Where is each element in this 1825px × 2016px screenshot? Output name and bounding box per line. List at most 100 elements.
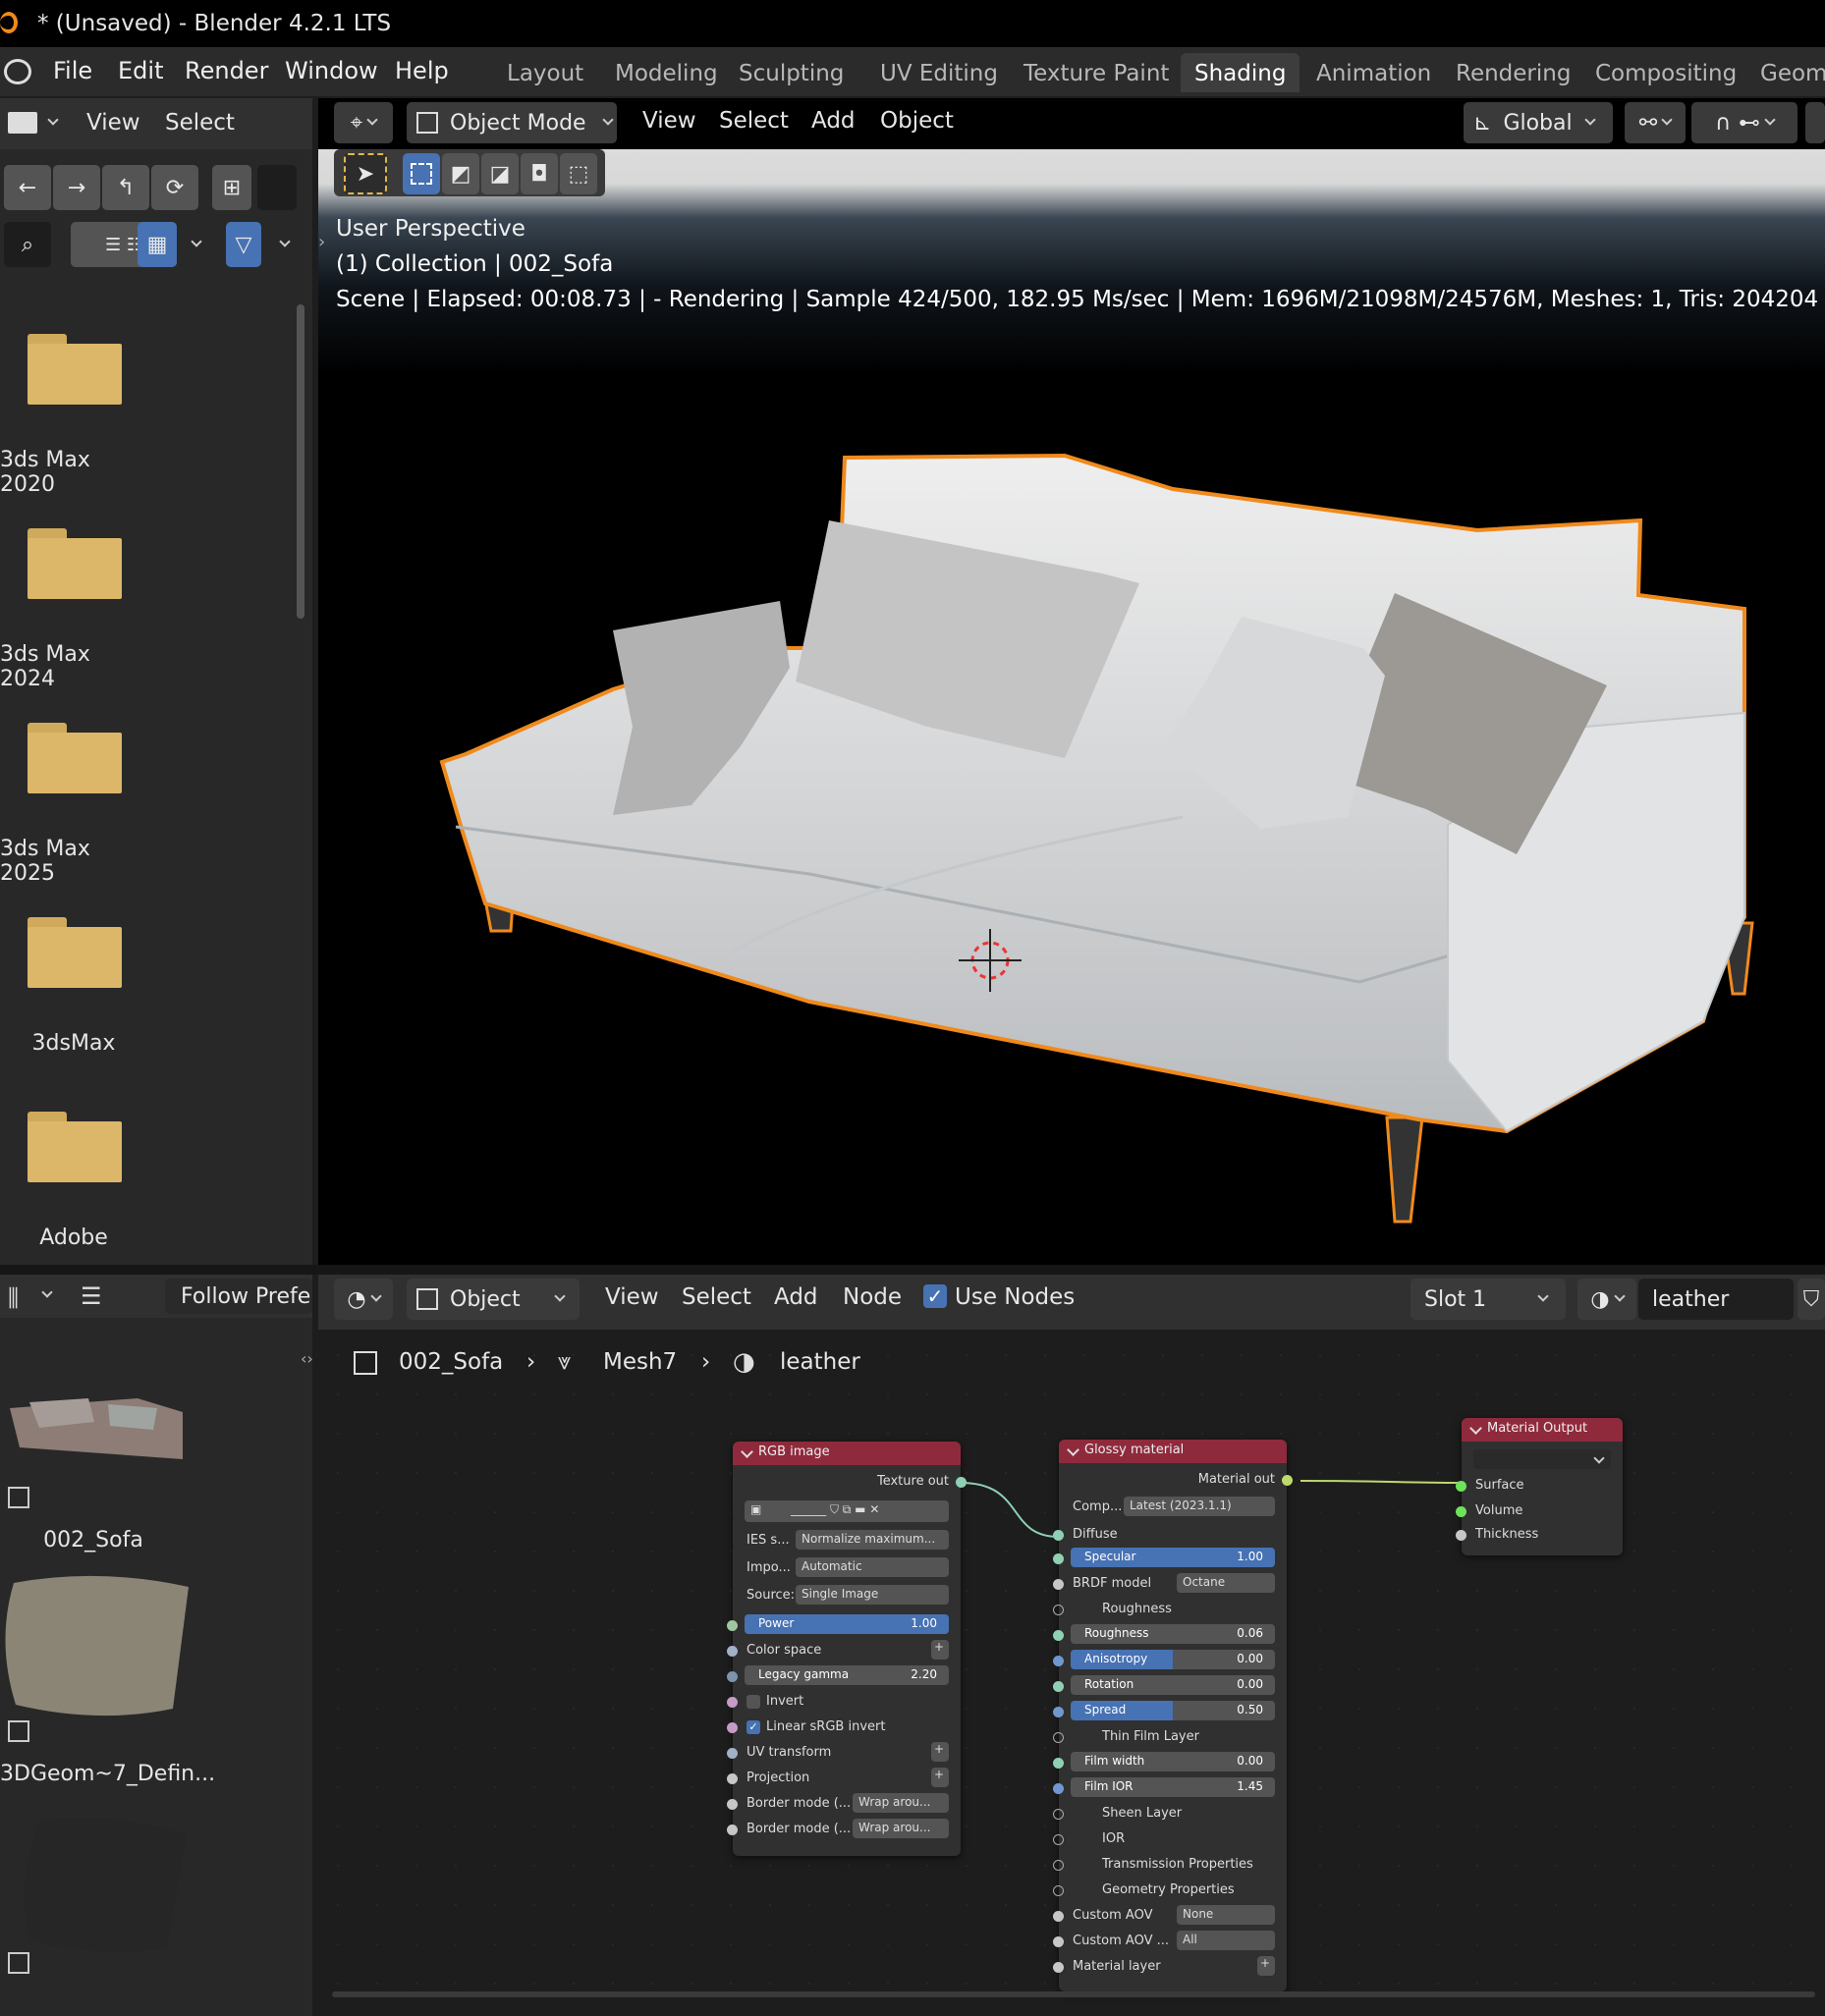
rgb-image-node[interactable]: RGB image Texture out ▣ ______ ⛉ ⧉ ▬ ✕ I… xyxy=(727,1442,967,1856)
import-dropdown[interactable]: Automatic xyxy=(796,1557,949,1577)
image-browse-field[interactable]: ▣ ______ ⛉ ⧉ ▬ ✕ xyxy=(745,1500,949,1522)
thickness-socket[interactable] xyxy=(1456,1530,1466,1541)
projection-socket[interactable] xyxy=(727,1773,738,1784)
folder-label[interactable]: Adobe xyxy=(0,1226,147,1250)
menu-edit[interactable]: Edit xyxy=(118,57,163,84)
roughness-slider[interactable]: Roughness 0.06 xyxy=(1071,1624,1275,1644)
folder-icon[interactable] xyxy=(28,528,122,599)
use-nodes-label[interactable]: Use Nodes xyxy=(955,1284,1075,1310)
power-socket[interactable] xyxy=(727,1620,738,1631)
material-layer-socket[interactable] xyxy=(1053,1962,1064,1973)
folder-label[interactable]: 3ds Max 2020 xyxy=(0,448,147,497)
material-name-field[interactable]: leather xyxy=(1638,1279,1794,1320)
gamma-slider[interactable]: Legacy gamma 2.20 xyxy=(745,1665,949,1685)
asset-label[interactable]: 002_Sofa xyxy=(20,1528,167,1553)
folder-label[interactable]: 3dsMax xyxy=(0,1031,147,1056)
fake-user-button[interactable]: ⛉ xyxy=(1797,1279,1825,1320)
node-node-menu[interactable]: Node xyxy=(843,1284,902,1310)
surface-socket[interactable] xyxy=(1456,1481,1466,1492)
filter-button[interactable]: ▽ xyxy=(226,222,261,267)
film-width-slider[interactable]: Film width 0.00 xyxy=(1071,1752,1275,1771)
ior-group-socket[interactable] xyxy=(1053,1834,1064,1845)
refresh-button[interactable]: ⟳ xyxy=(151,165,198,210)
ior-group-label[interactable]: IOR xyxy=(1102,1831,1125,1846)
linear-socket[interactable] xyxy=(727,1722,738,1733)
select-intersect-button[interactable]: ⬚ xyxy=(560,153,597,194)
ior-group-row[interactable]: IOR xyxy=(1053,1828,1287,1850)
ies-dropdown[interactable]: Normalize maximum... xyxy=(796,1530,949,1550)
specular-socket[interactable] xyxy=(1053,1553,1064,1564)
border-mode-dropdown[interactable]: Wrap arou... xyxy=(853,1819,949,1838)
rotation-slider[interactable]: Rotation 0.00 xyxy=(1071,1675,1275,1695)
tab-uv-editing[interactable]: UV Editing xyxy=(866,53,1012,92)
tab-rendering[interactable]: Rendering xyxy=(1442,53,1584,92)
snap-toggle[interactable]: ∩ ⊷ xyxy=(1691,102,1797,143)
transmission-group-row[interactable]: Transmission Properties xyxy=(1053,1854,1287,1876)
blender-menu-icon[interactable] xyxy=(4,59,31,84)
node-editor-hscrollbar[interactable] xyxy=(332,1991,1815,1997)
select-subtract-button[interactable]: ◪ xyxy=(481,153,519,194)
projection-add-button[interactable]: + xyxy=(931,1768,949,1787)
anisotropy-slider[interactable]: Anisotropy 0.00 xyxy=(1071,1650,1275,1669)
menu-window[interactable]: Window xyxy=(285,57,378,84)
select-new-button[interactable] xyxy=(403,153,440,194)
folder-label[interactable]: 3ds Max 2025 xyxy=(0,837,147,886)
node-editor-canvas[interactable]: 002_Sofa › ⩔ Mesh7 › ◑ leather RGB image… xyxy=(318,1335,1825,2016)
folder-icon[interactable] xyxy=(28,723,122,793)
forward-button[interactable]: → xyxy=(53,165,100,210)
select-extend-button[interactable]: ◩ xyxy=(442,153,479,194)
search-button[interactable]: ⌕ xyxy=(4,222,51,267)
area-divider[interactable] xyxy=(0,1265,1825,1275)
asset-label[interactable]: 3DGeom~7_Defin... xyxy=(0,1762,215,1786)
tab-shading[interactable]: Shading xyxy=(1181,53,1300,92)
sheen-group-socket[interactable] xyxy=(1053,1809,1064,1820)
material-layer-add-button[interactable]: + xyxy=(1257,1956,1275,1976)
object-mode-dropdown[interactable]: Object Mode xyxy=(407,102,617,143)
material-browse-button[interactable]: ◑ xyxy=(1577,1279,1636,1320)
display-mode-chevron-icon[interactable] xyxy=(187,234,202,252)
tab-geometry-nodes[interactable]: Geome xyxy=(1746,53,1825,92)
invert-socket[interactable] xyxy=(727,1697,738,1708)
rotation-socket[interactable] xyxy=(1053,1681,1064,1692)
material-out-socket[interactable] xyxy=(1282,1475,1293,1486)
thumbnail-view-button[interactable]: ▦ xyxy=(138,222,177,267)
custom-aov-socket[interactable] xyxy=(1053,1911,1064,1922)
transmission-group-label[interactable]: Transmission Properties xyxy=(1102,1857,1253,1872)
asset-thumbnail[interactable] xyxy=(0,1369,196,1477)
custom-aov-dropdown[interactable]: None xyxy=(1177,1905,1275,1925)
power-slider[interactable]: Power 1.00 xyxy=(745,1614,949,1634)
viewport-add-menu[interactable]: Add xyxy=(811,108,856,134)
material-output-header[interactable]: Material Output xyxy=(1462,1418,1623,1442)
custom-aov-channel-dropdown[interactable]: All xyxy=(1177,1931,1275,1950)
editor-type-folder-icon[interactable] xyxy=(8,112,37,134)
asset-browser-editor-chevron-icon[interactable] xyxy=(37,1284,53,1303)
folder-label[interactable]: 3ds Max 2024 xyxy=(0,642,147,691)
spread-slider[interactable]: Spread 0.50 xyxy=(1071,1701,1275,1720)
border-mode-socket[interactable] xyxy=(727,1825,738,1835)
filter-chevron-icon[interactable] xyxy=(275,234,291,252)
menu-file[interactable]: File xyxy=(53,57,92,84)
path-field[interactable] xyxy=(257,165,297,210)
uv-socket[interactable] xyxy=(727,1748,738,1759)
rgb-image-node-header[interactable]: RGB image xyxy=(733,1442,961,1465)
select-tool-button[interactable]: ➤ xyxy=(344,153,387,194)
brdf-socket[interactable] xyxy=(1053,1579,1064,1590)
output-target-dropdown[interactable] xyxy=(1473,1449,1611,1469)
node-view-menu[interactable]: View xyxy=(605,1284,659,1310)
invert-checkbox[interactable] xyxy=(747,1695,760,1709)
folder-icon[interactable] xyxy=(28,334,122,405)
film-ior-socket[interactable] xyxy=(1053,1783,1064,1794)
glossy-material-node[interactable]: Glossy material Material out Comp... Lat… xyxy=(1053,1440,1293,1991)
tab-sculpting[interactable]: Sculpting xyxy=(725,53,857,92)
thin-film-group-row[interactable]: Thin Film Layer xyxy=(1053,1726,1287,1748)
material-output-node[interactable]: Material Output Surface Volume Thickness xyxy=(1456,1418,1623,1555)
file-browser-select-menu[interactable]: Select xyxy=(165,110,235,136)
brdf-dropdown[interactable]: Octane xyxy=(1177,1573,1275,1593)
file-browser-view-menu[interactable]: View xyxy=(86,110,140,136)
film-ior-slider[interactable]: Film IOR 1.45 xyxy=(1071,1777,1275,1797)
asset-browser-editor-icon[interactable]: ⫼ xyxy=(8,1284,19,1312)
viewport-select-menu[interactable]: Select xyxy=(719,108,789,134)
asset-thumbnail[interactable] xyxy=(0,1811,196,1958)
sheen-group-row[interactable]: Sheen Layer xyxy=(1053,1803,1287,1825)
library-dropdown[interactable]: Follow Prefer xyxy=(165,1279,312,1314)
